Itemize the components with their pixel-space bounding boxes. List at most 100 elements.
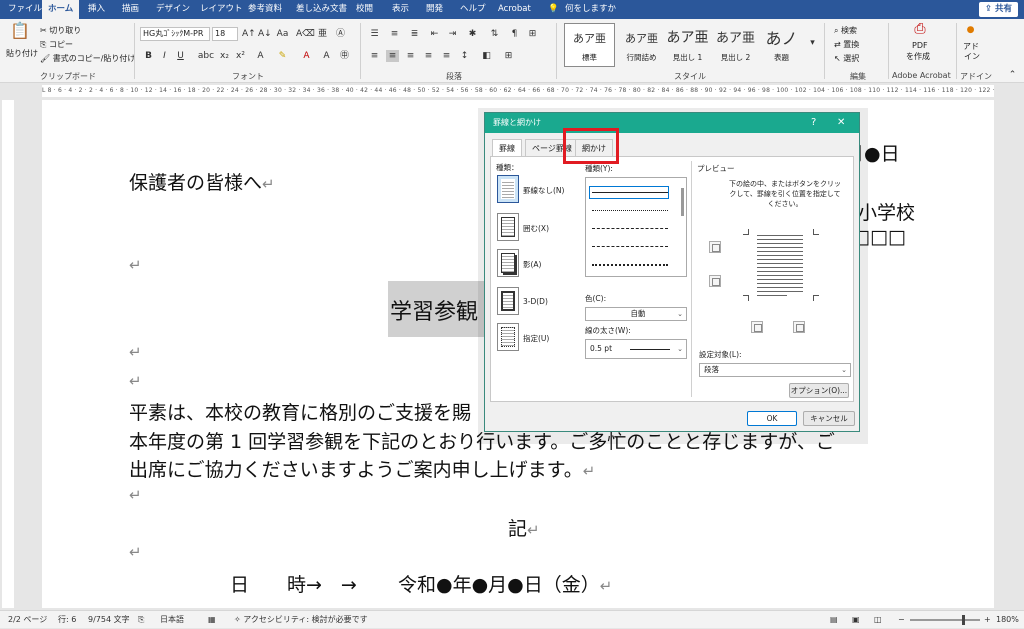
share-button[interactable]: ⇪ 共有 (978, 2, 1018, 17)
font-size-box[interactable]: 18 (212, 27, 238, 41)
web-layout-icon[interactable]: ◫ (874, 611, 882, 629)
subscript-icon[interactable]: x₂ (218, 50, 231, 62)
tab-help[interactable]: ヘルプ (460, 0, 486, 19)
setting-3d[interactable] (497, 287, 519, 315)
superscript-icon[interactable]: x² (234, 50, 247, 62)
change-case-icon[interactable]: Aa (276, 28, 289, 40)
border-top-button[interactable] (709, 241, 721, 253)
addin-label-2[interactable]: イン (964, 51, 980, 62)
align-right-icon[interactable]: ≡ (404, 50, 417, 62)
phonetic-icon[interactable]: 亜 (316, 28, 329, 40)
style-normal[interactable]: あア亜 標準 (564, 23, 615, 67)
line-style-dashed[interactable] (592, 246, 668, 247)
setting-none[interactable] (497, 175, 519, 203)
line-style-dashed-short[interactable] (592, 228, 668, 229)
addin-icon[interactable]: ● (964, 24, 977, 36)
asian-layout-icon[interactable]: ✱ (466, 28, 479, 40)
create-pdf-label[interactable]: を作成 (906, 51, 930, 62)
tab-home[interactable]: ホーム (42, 0, 80, 19)
collapse-ribbon-icon[interactable]: ⌃ (1006, 69, 1019, 81)
pdf-icon[interactable]: ⎙ (912, 22, 928, 36)
pilcrow-icon[interactable]: ¶ (508, 28, 521, 40)
line-style-dotted[interactable] (592, 210, 668, 211)
font-name-box[interactable]: HG丸ｺﾞｼｯｸM-PR (140, 27, 210, 41)
setting-shadow[interactable] (497, 249, 519, 277)
preview-diagram[interactable] (737, 219, 825, 311)
tab-view[interactable]: 表示 (392, 0, 409, 19)
increase-indent-icon[interactable]: ⇥ (446, 28, 459, 40)
pdf-label[interactable]: PDF (912, 41, 928, 50)
help-button[interactable]: ? (811, 113, 816, 133)
setting-3d-label[interactable]: 3-D(D) (523, 297, 548, 306)
apply-to-dropdown[interactable]: 段落 ⌄ (699, 363, 851, 377)
read-mode-icon[interactable]: ▤ (830, 611, 838, 629)
tell-me-search[interactable]: 何をしますか (565, 0, 616, 19)
tab-references[interactable]: 参考資料 (248, 0, 282, 19)
find-button[interactable]: ⌕ 検索 (834, 25, 857, 36)
accessibility-status[interactable]: ✧ アクセシビリティ: 検討が必要です (234, 611, 368, 629)
strike-icon[interactable]: abc (196, 50, 216, 62)
zoom-level[interactable]: 180% (996, 611, 1019, 629)
zoom-out-icon[interactable]: − (898, 611, 905, 629)
border-left-button[interactable] (751, 321, 763, 333)
print-layout-icon[interactable]: ▣ (852, 611, 860, 629)
line-spacing-icon[interactable]: ↕ (458, 50, 471, 62)
underline-icon[interactable]: U (174, 50, 187, 62)
style-list-scrollbar[interactable] (681, 188, 684, 216)
shrink-font-icon[interactable]: A↓ (258, 28, 272, 40)
tab-borders[interactable]: 罫線 (492, 139, 522, 157)
enclose-char-icon[interactable]: ㊥ (338, 50, 351, 62)
line-style-list[interactable] (585, 177, 687, 277)
style-heading2[interactable]: あア亜 見出し 2 (710, 23, 761, 67)
proofing-icon[interactable]: ⎘ (138, 611, 144, 629)
format-painter-button[interactable]: 🖌 書式のコピー/貼り付け (40, 53, 135, 64)
line-style-solid[interactable] (592, 192, 668, 193)
paste-button[interactable]: 貼り付け (6, 48, 38, 59)
close-icon[interactable]: ✕ (837, 113, 845, 133)
style-title[interactable]: あノ 表題 (756, 23, 807, 67)
distribute-icon[interactable]: ≡ (440, 50, 453, 62)
line-style-dashdot[interactable] (592, 264, 668, 266)
tab-acrobat[interactable]: Acrobat (498, 0, 531, 19)
bold-icon[interactable]: B (142, 50, 155, 62)
options-button[interactable]: オプション(O)... (789, 383, 849, 398)
width-dropdown[interactable]: 0.5 pt ⌄ (585, 339, 687, 359)
word-count[interactable]: 9/754 文字 (88, 611, 130, 629)
paste-icon[interactable]: 📋 (10, 23, 30, 45)
show-marks-icon[interactable]: ⊞ (526, 28, 539, 40)
tab-layout[interactable]: レイアウト (200, 0, 243, 19)
tab-draw[interactable]: 描画 (122, 0, 139, 19)
justify-icon[interactable]: ≡ (422, 50, 435, 62)
tab-insert[interactable]: 挿入 (88, 0, 105, 19)
font-color-icon[interactable]: A (300, 50, 313, 62)
tab-review[interactable]: 校閲 (356, 0, 373, 19)
cut-button[interactable]: ✂ 切り取り (40, 25, 81, 36)
zoom-in-icon[interactable]: + (984, 611, 991, 629)
ok-button[interactable]: OK (747, 411, 797, 426)
border-bottom-button[interactable] (709, 275, 721, 287)
select-button[interactable]: ↖ 選択 (834, 53, 859, 64)
italic-icon[interactable]: I (158, 50, 171, 62)
align-left-icon[interactable]: ≡ (368, 50, 381, 62)
grow-font-icon[interactable]: A↑ (242, 28, 256, 40)
tab-file[interactable]: ファイル (8, 0, 42, 19)
sort-icon[interactable]: ⇅ (488, 28, 501, 40)
setting-none-label[interactable]: 罫線なし(N) (523, 185, 564, 196)
setting-custom[interactable] (497, 323, 519, 351)
replace-button[interactable]: ⇄ 置換 (834, 39, 859, 50)
numbering-icon[interactable]: ≡ (388, 28, 401, 40)
color-dropdown[interactable]: 自動 ⌄ (585, 307, 687, 321)
cancel-button[interactable]: キャンセル (803, 411, 855, 426)
language[interactable]: 日本語 (160, 611, 184, 629)
style-heading1[interactable]: あア亜 見出し 1 (662, 23, 713, 67)
macro-icon[interactable]: ▦ (208, 611, 216, 629)
text-effect-icon[interactable]: A (254, 50, 267, 62)
zoom-slider-thumb[interactable] (962, 615, 965, 625)
tab-design[interactable]: デザイン (156, 0, 190, 19)
copy-button[interactable]: ⎘ コピー (40, 39, 73, 50)
multilevel-icon[interactable]: ≣ (408, 28, 421, 40)
setting-shadow-label[interactable]: 影(A) (523, 259, 541, 270)
clear-format-icon[interactable]: A⌫ (296, 28, 315, 40)
vertical-ruler[interactable] (2, 100, 14, 608)
page-count[interactable]: 2/2 ページ (8, 611, 47, 629)
